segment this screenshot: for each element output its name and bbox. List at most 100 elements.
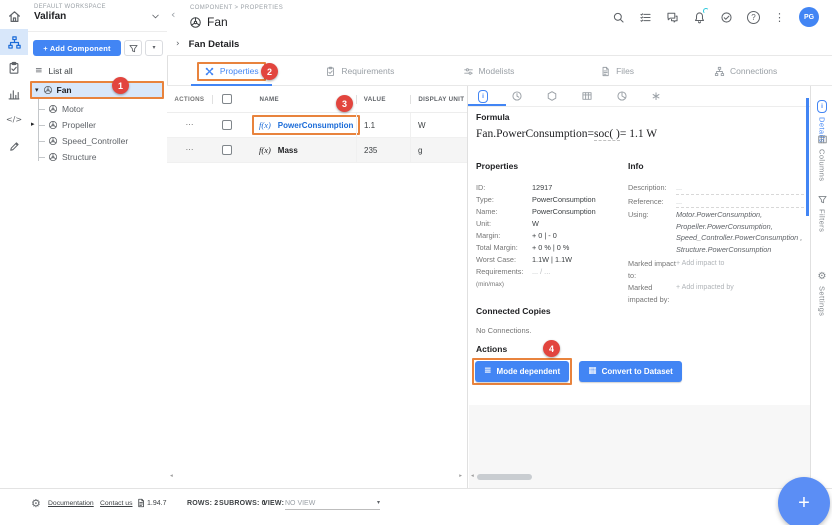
documentation-link[interactable]: Documentation: [48, 500, 94, 507]
top-bar: ‹ COMPONENT > PROPERTIES Fan ? ⋮ PG: [167, 0, 832, 35]
components-icon[interactable]: [0, 29, 28, 55]
right-tab-filters[interactable]: Filters: [811, 194, 832, 232]
network-icon: [714, 66, 725, 77]
kebab-menu-icon[interactable]: ⋮: [774, 12, 785, 23]
property-name-link[interactable]: PowerConsumption: [278, 121, 354, 130]
tree-item-propeller[interactable]: ▸ Propeller: [28, 117, 167, 133]
add-fab-button[interactable]: +: [778, 477, 830, 525]
property-margin: + 0 | - 0: [532, 231, 557, 240]
search-icon[interactable]: [612, 11, 625, 24]
property-value-cell[interactable]: 235: [356, 138, 410, 162]
info-fields: Description:... Reference:... Using: Moto…: [628, 182, 804, 305]
row-checkbox[interactable]: [221, 145, 232, 155]
description-field[interactable]: ...: [676, 182, 804, 195]
task-list-icon[interactable]: [639, 11, 652, 24]
collapse-panel-icon[interactable]: ‹: [171, 9, 175, 20]
analyses-icon[interactable]: [0, 81, 28, 107]
tab-label: Requirements: [341, 66, 395, 76]
help-icon[interactable]: ?: [747, 10, 760, 24]
column-header-display-unit[interactable]: DISPLAY UNIT: [411, 86, 467, 112]
properties-icon: [204, 66, 215, 77]
row-actions-button[interactable]: ⋯: [167, 121, 212, 129]
scroll-left-icon[interactable]: ◂: [471, 474, 474, 480]
fan-details-section-row[interactable]: › Fan Details: [167, 34, 832, 56]
tree-filter-button[interactable]: [124, 40, 142, 56]
select-all-checkbox[interactable]: [222, 94, 233, 104]
home-icon[interactable]: [0, 3, 28, 29]
add-impact-link[interactable]: + Add impact to: [676, 258, 724, 281]
component-icon: [43, 85, 53, 95]
view-value: NO VIEW: [285, 500, 316, 507]
workspace-name: Valifan: [34, 11, 67, 22]
tab-connections[interactable]: Connections: [681, 56, 810, 86]
asterisk-tab-icon[interactable]: ∗: [651, 90, 661, 102]
tree-item-speed-controller[interactable]: Speed_Controller: [28, 133, 167, 149]
workspace-switcher[interactable]: DEFAULT WORKSPACE Valifan: [28, 0, 167, 32]
table-tab-icon[interactable]: [581, 90, 593, 102]
add-impacted-link[interactable]: + Add impacted by: [676, 282, 734, 305]
scrollbar-thumb[interactable]: [476, 474, 532, 480]
fx-icon: f(x): [259, 120, 271, 130]
chevron-right-icon: ›: [176, 39, 180, 49]
tree-item-fan[interactable]: ▾ Fan: [30, 81, 164, 99]
view-select[interactable]: NO VIEW ▾: [285, 500, 380, 510]
list-all-item[interactable]: ≡ List all: [28, 61, 167, 80]
breadcrumb: COMPONENT > PROPERTIES: [190, 5, 284, 11]
tree-item-structure[interactable]: Structure: [28, 149, 167, 165]
footer-bar: ⚙ Documentation Contact us 1.94.7 ROWS: …: [0, 488, 832, 519]
caret-down-icon[interactable]: ▾: [35, 86, 39, 94]
gear-icon: ⚙: [817, 271, 827, 282]
chart-tab-icon[interactable]: [616, 90, 628, 102]
info-heading: Info: [628, 161, 644, 171]
row-actions-button[interactable]: ⋯: [167, 146, 212, 154]
column-header-value[interactable]: VALUE: [357, 86, 411, 112]
subrows-count: SUBROWS: 0: [219, 500, 266, 507]
right-tab-settings[interactable]: ⚙ Settings: [811, 271, 832, 317]
property-value-cell[interactable]: 1.1: [356, 113, 410, 137]
approvals-check-icon[interactable]: [720, 11, 733, 24]
chevron-down-icon[interactable]: [150, 11, 161, 22]
property-unit: W: [532, 219, 539, 228]
hexagon-tab-icon[interactable]: [546, 90, 558, 102]
info-tab-icon[interactable]: i: [478, 89, 488, 103]
table-scrollbar[interactable]: ◂ ▸: [170, 473, 462, 481]
mode-dependent-button[interactable]: ≡ Mode dependent: [475, 361, 570, 382]
settings-gear-icon[interactable]: ⚙: [31, 498, 41, 509]
tab-modelists[interactable]: Modelists: [424, 56, 553, 86]
scroll-left-icon[interactable]: ◂: [170, 474, 173, 480]
scroll-right-icon[interactable]: ▸: [459, 474, 462, 480]
chat-icon[interactable]: [666, 11, 679, 24]
property-unit-cell[interactable]: g: [410, 138, 466, 162]
component-icon: [189, 16, 202, 29]
column-header-actions[interactable]: ACTIONS: [167, 96, 212, 103]
tree-collapse-button[interactable]: ▾: [145, 40, 163, 56]
panel-scrollbar[interactable]: ◂: [471, 473, 591, 481]
add-component-button[interactable]: + Add Component: [33, 40, 121, 56]
list-all-label: List all: [48, 66, 73, 76]
tab-files[interactable]: Files: [553, 56, 682, 86]
formula-heading: Formula: [476, 112, 510, 122]
annotation-badge-1: 1: [112, 77, 129, 94]
convert-to-dataset-button[interactable]: ▦ Convert to Dataset: [579, 361, 682, 382]
property-name-link[interactable]: Mass: [278, 146, 298, 155]
user-avatar[interactable]: PG: [799, 7, 819, 27]
page-title: Fan: [207, 15, 228, 29]
property-unit-cell[interactable]: W: [410, 113, 466, 137]
notifications-bell-icon[interactable]: [693, 7, 709, 24]
caret-right-icon[interactable]: ▸: [31, 121, 35, 128]
tree-item-motor[interactable]: Motor: [28, 101, 167, 117]
reference-field[interactable]: ...: [676, 196, 804, 208]
fx-icon: f(x): [259, 145, 271, 155]
row-checkbox[interactable]: [221, 120, 232, 130]
tab-requirements[interactable]: Requirements: [296, 56, 425, 86]
history-tab-icon[interactable]: [511, 90, 523, 102]
contact-us-link[interactable]: Contact us: [100, 500, 133, 507]
release-notes-icon[interactable]: [136, 498, 146, 508]
right-tab-columns[interactable]: Columns: [811, 134, 832, 181]
edit-icon[interactable]: [0, 133, 28, 159]
actions-heading: Actions: [476, 344, 508, 354]
annotation-badge-3: 3: [336, 95, 353, 112]
scripting-icon[interactable]: </>: [0, 107, 28, 133]
details-panel-scroll-indicator[interactable]: [806, 98, 809, 216]
requirements-module-icon[interactable]: [0, 55, 28, 81]
